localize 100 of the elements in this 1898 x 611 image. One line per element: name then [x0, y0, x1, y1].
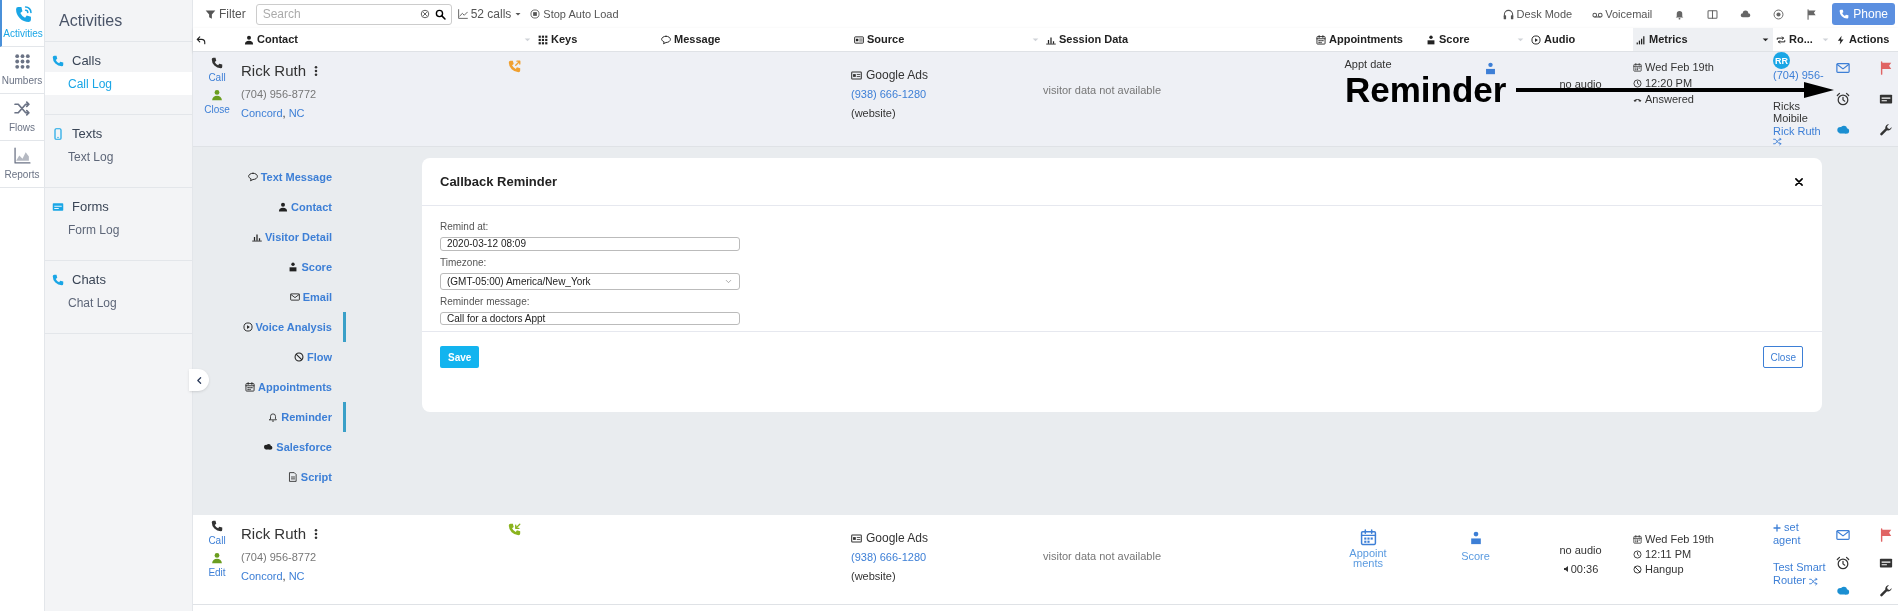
column-header[interactable]: Contact	[241, 28, 535, 51]
timezone-select[interactable]: (GMT-05:00) America/New_York	[440, 272, 740, 290]
columns-icon[interactable]	[1707, 8, 1719, 20]
close-button[interactable]: Close	[1763, 346, 1803, 368]
agent-phone-link[interactable]: (704) 956-	[1773, 70, 1829, 81]
clock-icon	[1633, 78, 1642, 88]
city-link[interactable]: Concord	[241, 568, 283, 585]
phone-incoming-icon	[508, 523, 521, 536]
flag-icon[interactable]	[1806, 8, 1818, 20]
flag-icon[interactable]	[1879, 528, 1893, 542]
desk-mode-button[interactable]: Desk Mode	[1502, 5, 1573, 23]
stop-auto-load-button[interactable]: Stop Auto Load	[530, 5, 619, 23]
shuffle-icon	[13, 99, 31, 117]
menu-item[interactable]: Call Log	[45, 72, 192, 95]
column-header[interactable]: Source	[851, 28, 1043, 51]
group-heading: Calls	[72, 52, 101, 71]
calendar-icon	[1359, 529, 1377, 546]
cloud-icon[interactable]	[1836, 584, 1850, 598]
contact-name: Rick Ruth	[241, 61, 307, 81]
clock-icon	[1633, 550, 1642, 559]
contact-phone: (704) 956-8772	[241, 86, 318, 102]
row-action-link[interactable]: Close	[204, 89, 230, 117]
column-header[interactable]: Actions	[1833, 28, 1896, 51]
field-label: Reminder message:	[440, 294, 531, 309]
phone-icon	[211, 57, 223, 69]
column-header[interactable]: Ro...	[1773, 28, 1833, 51]
router-link[interactable]: Rick Ruth	[1773, 125, 1829, 137]
card-icon[interactable]	[1879, 556, 1893, 570]
search-field[interactable]: Search	[255, 3, 452, 25]
alarm-clock-icon[interactable]	[1836, 556, 1850, 570]
bell-icon[interactable]	[1674, 8, 1686, 20]
record-icon[interactable]	[1773, 8, 1785, 20]
source-number-link[interactable]: (938) 666-1280	[851, 86, 1043, 103]
calls-count-dropdown[interactable]: 52 calls	[457, 5, 523, 23]
column-header[interactable]: Keys	[535, 28, 658, 51]
detail-nav-item[interactable]: Flow	[293, 342, 346, 372]
wrench-icon[interactable]	[1879, 584, 1893, 598]
voicemail-button[interactable]: Voicemail	[1592, 5, 1653, 23]
detail-nav-item[interactable]: Voice Analysis	[242, 312, 346, 342]
cloud-icon[interactable]	[1740, 8, 1752, 20]
menu-item[interactable]: Chat Log	[45, 291, 192, 314]
menu-item[interactable]: Text Log	[45, 145, 192, 168]
column-header[interactable]: Session Data	[1043, 28, 1313, 51]
detail-nav-item[interactable]: Salesforce	[263, 432, 346, 462]
filter-icon	[205, 8, 216, 20]
score-link[interactable]: Score	[1461, 531, 1490, 565]
wrench-icon[interactable]	[1879, 123, 1893, 137]
shuffle-icon	[1773, 137, 1782, 146]
detail-nav-item[interactable]: Script	[287, 462, 346, 492]
column-header[interactable]: Audio	[1528, 28, 1633, 51]
save-button[interactable]: Save	[440, 346, 480, 368]
group-heading: Chats	[72, 271, 106, 290]
input-field[interactable]: Call for a doctors Appt	[440, 311, 740, 325]
row-action-link[interactable]: Call	[208, 57, 226, 85]
state-link[interactable]: NC	[288, 105, 305, 122]
audio-status: no audio	[1559, 77, 1602, 92]
detail-nav-item[interactable]: Email	[289, 282, 346, 312]
detail-nav-item[interactable]: Text Message	[247, 162, 346, 192]
column-header[interactable]: Message	[658, 28, 851, 51]
column-header[interactable]: Appointments	[1313, 28, 1423, 51]
bolt-icon	[1836, 34, 1846, 45]
appointment-text: Appt date	[1344, 58, 1392, 71]
menu-item[interactable]: Form Log	[45, 218, 192, 241]
column-header[interactable]: Score	[1423, 28, 1528, 51]
detail-nav-item[interactable]: Reminder	[268, 402, 346, 432]
audio-status: no audio	[1559, 543, 1602, 558]
phone-outgoing-icon	[508, 60, 521, 73]
row-action-link[interactable]: Edit	[208, 552, 226, 580]
envelope-icon[interactable]	[1836, 61, 1850, 75]
cloud-icon[interactable]	[1836, 123, 1850, 137]
chat-icon	[661, 34, 671, 45]
column-header[interactable]: Metrics	[1633, 28, 1773, 51]
flag-icon[interactable]	[1879, 61, 1893, 75]
rail-tab[interactable]: Numbers	[0, 47, 44, 94]
detail-nav-item[interactable]: Appointments	[245, 372, 346, 402]
phone-button[interactable]: Phone	[1832, 3, 1895, 25]
collapse-button[interactable]	[189, 369, 209, 391]
input-field[interactable]: 2020-03-12 08:09	[440, 237, 740, 251]
detail-nav-item[interactable]: Visitor Detail	[251, 222, 346, 252]
rail-tab[interactable]: Flows	[0, 94, 44, 141]
detail-nav-item[interactable]: Contact	[278, 192, 346, 222]
mobile-phone-icon	[52, 128, 64, 140]
alarm-clock-icon[interactable]	[1836, 92, 1850, 106]
state-link[interactable]: NC	[288, 568, 305, 585]
envelope-icon[interactable]	[1836, 528, 1850, 542]
avatar: RR	[1773, 52, 1790, 69]
appointments-link[interactable]: Appointments	[1349, 529, 1387, 568]
close-icon	[1794, 176, 1804, 187]
source-number-link[interactable]: (938) 666-1280	[851, 549, 1043, 566]
row-action-link[interactable]: Call	[208, 520, 226, 548]
filter-button[interactable]: Filter	[205, 5, 246, 23]
city-link[interactable]: Concord	[241, 105, 283, 122]
call-date: Wed Feb 19th	[1645, 60, 1714, 75]
card-icon[interactable]	[1879, 92, 1893, 106]
set-agent-link[interactable]: set agent	[1773, 521, 1813, 547]
router-link[interactable]: Test Smart Router	[1773, 561, 1829, 587]
rail-tab[interactable]: Reports	[0, 141, 44, 188]
close-button[interactable]	[1794, 176, 1804, 187]
detail-nav-item[interactable]: Score	[288, 252, 346, 282]
field-label: Remind at:	[440, 220, 490, 234]
